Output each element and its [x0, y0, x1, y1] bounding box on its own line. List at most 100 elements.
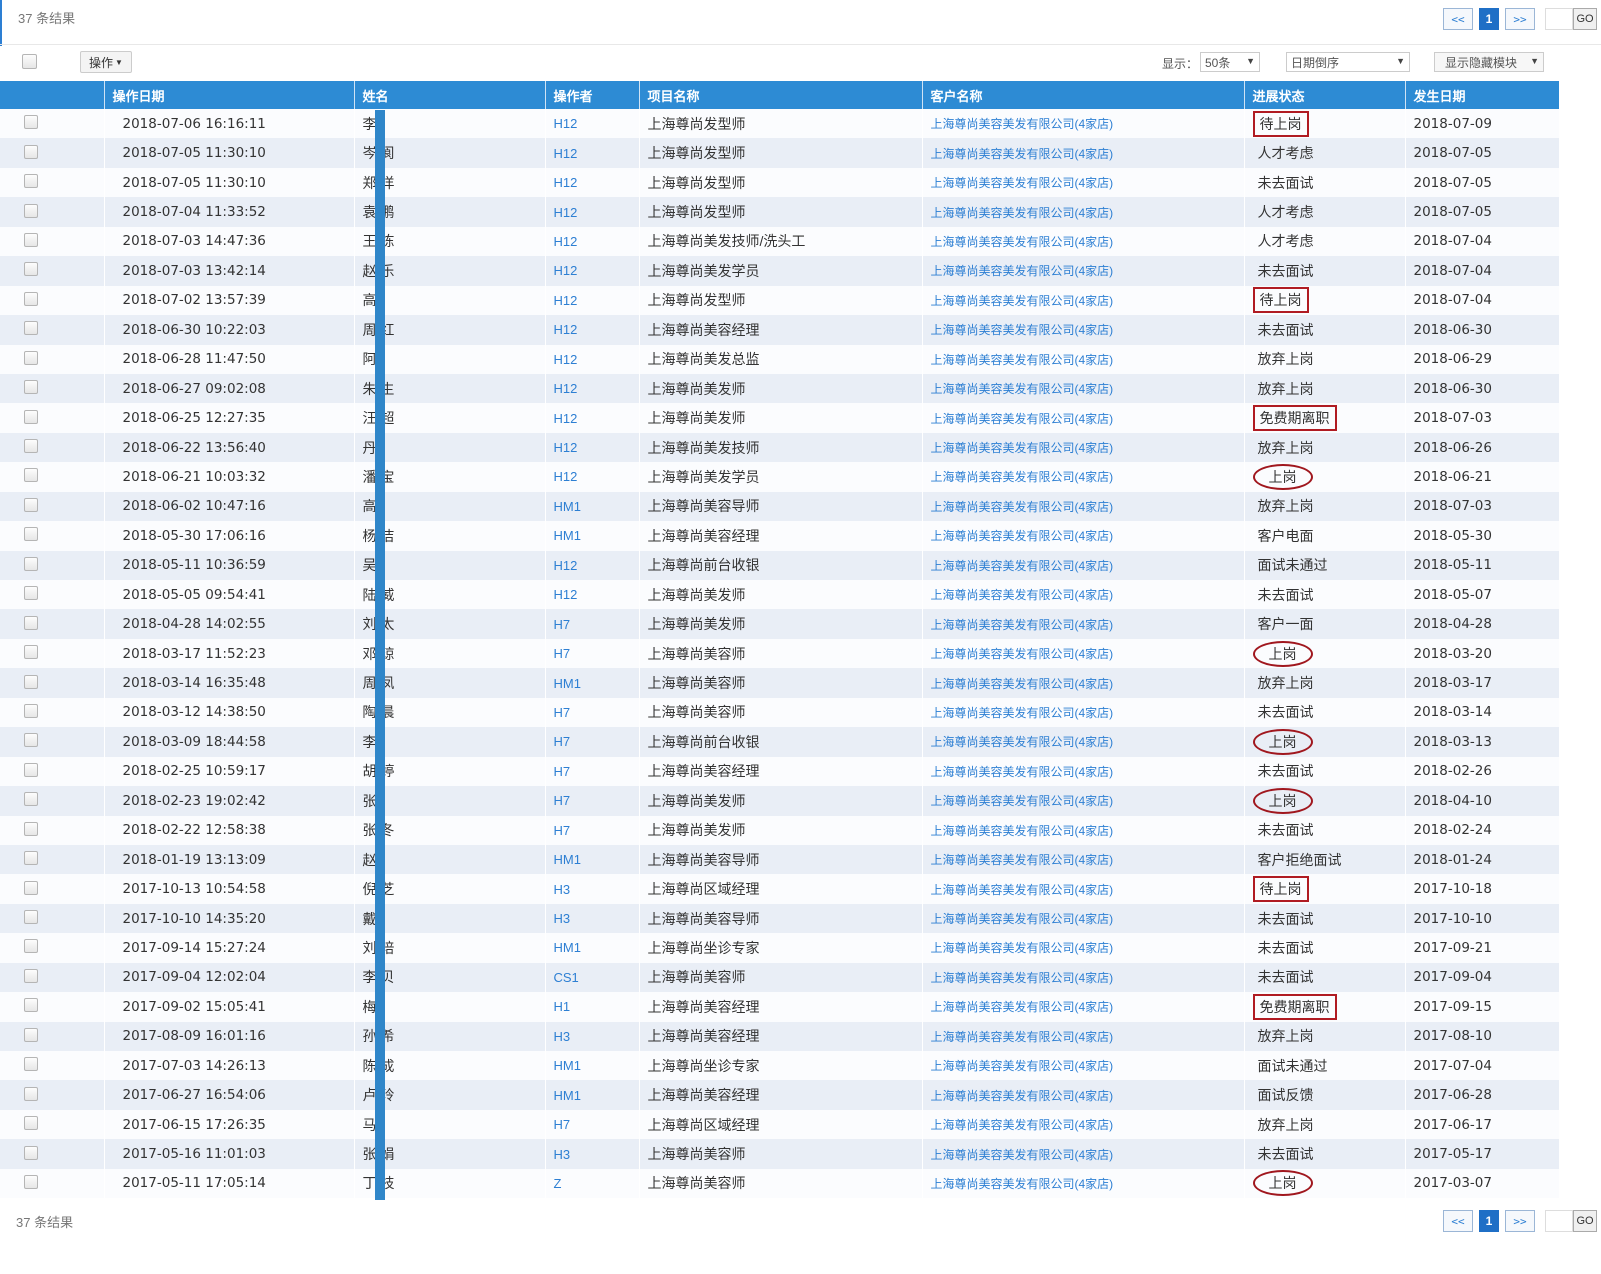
row-checkbox[interactable] [24, 321, 38, 336]
customer-link[interactable]: 上海尊尚美容美发有限公司(4家店) [931, 323, 1114, 337]
row-checkbox[interactable] [24, 1086, 38, 1101]
customer-link[interactable]: 上海尊尚美容美发有限公司(4家店) [931, 1089, 1114, 1103]
row-checkbox[interactable] [24, 910, 38, 925]
row-checkbox[interactable] [24, 203, 38, 218]
operator-link[interactable]: HM1 [554, 940, 581, 955]
customer-link[interactable]: 上海尊尚美容美发有限公司(4家店) [931, 353, 1114, 367]
operator-link[interactable]: HM1 [554, 852, 581, 867]
operator-link[interactable]: CS1 [554, 970, 579, 985]
row-checkbox[interactable] [24, 762, 38, 777]
operator-link[interactable]: HM1 [554, 1058, 581, 1073]
operator-link[interactable]: H12 [554, 411, 578, 426]
modules-select[interactable]: 显示隐藏模块 ▼ [1434, 52, 1544, 72]
operator-link[interactable]: H7 [554, 646, 571, 661]
customer-link[interactable]: 上海尊尚美容美发有限公司(4家店) [931, 500, 1114, 514]
operations-dropdown[interactable]: 操作 ▼ [80, 51, 132, 73]
row-checkbox[interactable] [24, 674, 38, 689]
customer-link[interactable]: 上海尊尚美容美发有限公司(4家店) [931, 412, 1114, 426]
customer-link[interactable]: 上海尊尚美容美发有限公司(4家店) [931, 677, 1114, 691]
row-checkbox[interactable] [24, 556, 38, 571]
row-checkbox[interactable] [24, 232, 38, 247]
customer-link[interactable]: 上海尊尚美容美发有限公司(4家店) [931, 382, 1114, 396]
column-header[interactable]: 客户名称 [922, 81, 1245, 109]
customer-link[interactable]: 上海尊尚美容美发有限公司(4家店) [931, 588, 1114, 602]
go-button[interactable]: GO [1573, 1210, 1597, 1232]
column-header[interactable]: 操作者 [545, 81, 640, 109]
row-checkbox[interactable] [24, 409, 38, 424]
row-checkbox[interactable] [24, 468, 38, 483]
column-header[interactable]: 项目名称 [639, 81, 923, 109]
operator-link[interactable]: H7 [554, 764, 571, 779]
customer-link[interactable]: 上海尊尚美容美发有限公司(4家店) [931, 647, 1114, 661]
row-checkbox[interactable] [24, 733, 38, 748]
customer-link[interactable]: 上海尊尚美容美发有限公司(4家店) [931, 470, 1114, 484]
row-checkbox[interactable] [24, 703, 38, 718]
customer-link[interactable]: 上海尊尚美容美发有限公司(4家店) [931, 176, 1114, 190]
operator-link[interactable]: H12 [554, 322, 578, 337]
row-checkbox[interactable] [24, 1027, 38, 1042]
prev-page-button[interactable]: << [1443, 1210, 1473, 1232]
customer-link[interactable]: 上海尊尚美容美发有限公司(4家店) [931, 1177, 1114, 1191]
row-checkbox[interactable] [24, 880, 38, 895]
customer-link[interactable]: 上海尊尚美容美发有限公司(4家店) [931, 912, 1114, 926]
customer-link[interactable]: 上海尊尚美容美发有限公司(4家店) [931, 853, 1114, 867]
customer-link[interactable]: 上海尊尚美容美发有限公司(4家店) [931, 147, 1114, 161]
row-checkbox[interactable] [24, 115, 38, 130]
row-checkbox[interactable] [24, 1057, 38, 1072]
column-header[interactable]: 进展状态 [1244, 81, 1406, 109]
operator-link[interactable]: H12 [554, 381, 578, 396]
customer-link[interactable]: 上海尊尚美容美发有限公司(4家店) [931, 1030, 1114, 1044]
operator-link[interactable]: H7 [554, 1117, 571, 1132]
operator-link[interactable]: H3 [554, 911, 571, 926]
row-checkbox[interactable] [24, 262, 38, 277]
row-checkbox[interactable] [24, 1174, 38, 1189]
row-checkbox[interactable] [24, 939, 38, 954]
operator-link[interactable]: Z [554, 1176, 562, 1191]
customer-link[interactable]: 上海尊尚美容美发有限公司(4家店) [931, 765, 1114, 779]
operator-link[interactable]: H3 [554, 1147, 571, 1162]
customer-link[interactable]: 上海尊尚美容美发有限公司(4家店) [931, 1059, 1114, 1073]
customer-link[interactable]: 上海尊尚美容美发有限公司(4家店) [931, 264, 1114, 278]
row-checkbox[interactable] [24, 497, 38, 512]
current-page-button[interactable]: 1 [1479, 8, 1499, 30]
operator-link[interactable]: H12 [554, 146, 578, 161]
row-checkbox[interactable] [24, 291, 38, 306]
row-checkbox[interactable] [24, 645, 38, 660]
operator-link[interactable]: H12 [554, 587, 578, 602]
operator-link[interactable]: H3 [554, 1029, 571, 1044]
customer-link[interactable]: 上海尊尚美容美发有限公司(4家店) [931, 441, 1114, 455]
sort-select[interactable]: 日期倒序 ▼ [1286, 52, 1410, 72]
row-checkbox[interactable] [24, 1116, 38, 1131]
operator-link[interactable]: H12 [554, 116, 578, 131]
operator-link[interactable]: HM1 [554, 676, 581, 691]
customer-link[interactable]: 上海尊尚美容美发有限公司(4家店) [931, 824, 1114, 838]
row-checkbox[interactable] [24, 527, 38, 542]
operator-link[interactable]: H12 [554, 263, 578, 278]
operator-link[interactable]: H12 [554, 469, 578, 484]
operator-link[interactable]: H1 [554, 999, 571, 1014]
current-page-button[interactable]: 1 [1479, 1210, 1499, 1232]
customer-link[interactable]: 上海尊尚美容美发有限公司(4家店) [931, 235, 1114, 249]
row-checkbox[interactable] [24, 821, 38, 836]
customer-link[interactable]: 上海尊尚美容美发有限公司(4家店) [931, 206, 1114, 220]
row-checkbox[interactable] [24, 439, 38, 454]
customer-link[interactable]: 上海尊尚美容美发有限公司(4家店) [931, 971, 1114, 985]
page-size-select[interactable]: 50条 ▼ [1200, 52, 1260, 72]
customer-link[interactable]: 上海尊尚美容美发有限公司(4家店) [931, 529, 1114, 543]
customer-link[interactable]: 上海尊尚美容美发有限公司(4家店) [931, 1118, 1114, 1132]
prev-page-button[interactable]: << [1443, 8, 1473, 30]
customer-link[interactable]: 上海尊尚美容美发有限公司(4家店) [931, 294, 1114, 308]
operator-link[interactable]: H12 [554, 440, 578, 455]
operator-link[interactable]: H7 [554, 793, 571, 808]
customer-link[interactable]: 上海尊尚美容美发有限公司(4家店) [931, 706, 1114, 720]
row-checkbox[interactable] [24, 851, 38, 866]
operator-link[interactable]: H7 [554, 734, 571, 749]
customer-link[interactable]: 上海尊尚美容美发有限公司(4家店) [931, 618, 1114, 632]
operator-link[interactable]: HM1 [554, 528, 581, 543]
row-checkbox[interactable] [24, 968, 38, 983]
page-number-input[interactable] [1545, 8, 1573, 30]
row-checkbox[interactable] [24, 792, 38, 807]
operator-link[interactable]: H7 [554, 705, 571, 720]
row-checkbox[interactable] [24, 380, 38, 395]
operator-link[interactable]: H12 [554, 293, 578, 308]
